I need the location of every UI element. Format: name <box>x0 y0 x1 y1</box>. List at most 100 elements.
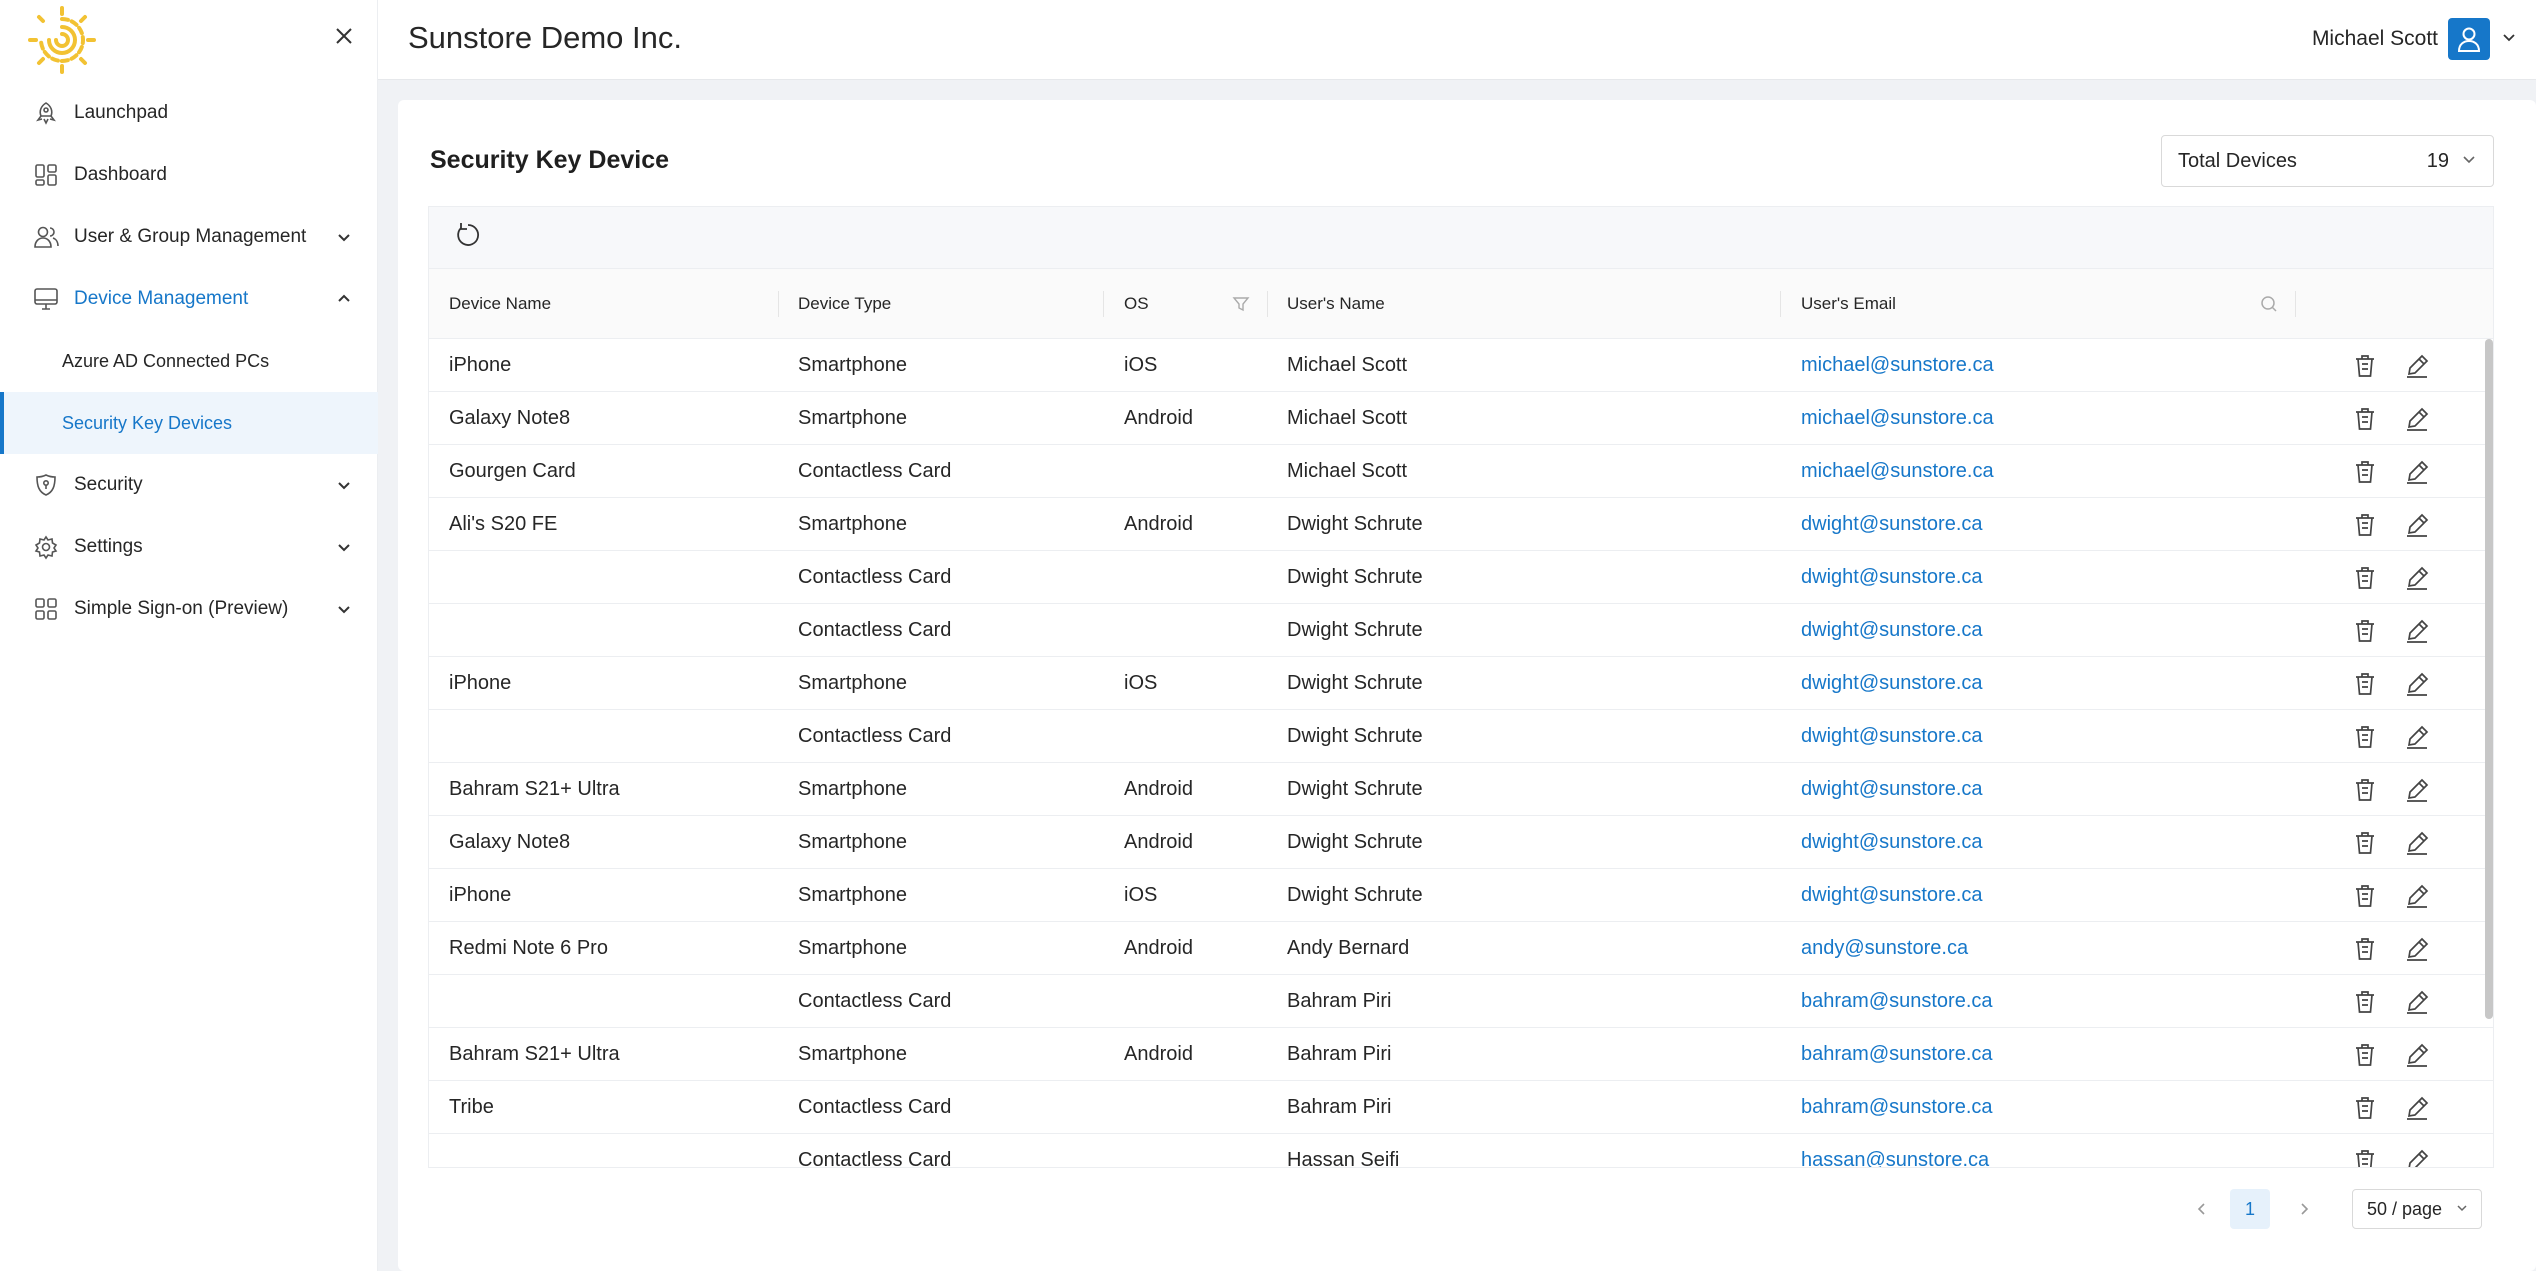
page-size-select[interactable]: 50 / page <box>2352 1189 2482 1229</box>
sidebar-item-launchpad[interactable]: Launchpad <box>0 82 378 144</box>
delete-icon[interactable] <box>2351 988 2379 1016</box>
table-toolbar <box>429 207 2493 269</box>
edit-icon[interactable] <box>2403 617 2431 645</box>
users-name-cell: Dwight Schrute <box>1287 725 1423 747</box>
sidebar-item-user-group-management[interactable]: User & Group Management <box>0 206 378 268</box>
total-devices-select[interactable]: Total Devices 19 <box>2161 135 2494 187</box>
users-email-cell[interactable]: dwight@sunstore.ca <box>1801 816 1983 869</box>
device-name-cell: iPhone <box>449 354 512 376</box>
users-email-cell[interactable]: dwight@sunstore.ca <box>1801 604 1983 657</box>
user-menu[interactable]: Michael Scott <box>2312 18 2518 60</box>
prev-page-button[interactable] <box>2184 1189 2220 1229</box>
sidebar-item-azure-ad-connected-pcs[interactable]: Azure AD Connected PCs <box>0 330 378 392</box>
users-email-cell[interactable]: michael@sunstore.ca <box>1801 392 1994 445</box>
device-type-cell: Smartphone <box>798 778 907 800</box>
delete-icon[interactable] <box>2351 670 2379 698</box>
users-email-cell[interactable]: bahram@sunstore.ca <box>1801 975 1993 1028</box>
edit-icon[interactable] <box>2403 405 2431 433</box>
delete-icon[interactable] <box>2351 723 2379 751</box>
chevron-down-icon[interactable] <box>2500 28 2518 51</box>
delete-icon[interactable] <box>2351 617 2379 645</box>
table-scrollbar[interactable] <box>2485 339 2493 1019</box>
edit-icon[interactable] <box>2403 511 2431 539</box>
chevron-down-icon <box>2455 1199 2469 1220</box>
os-filter-icon[interactable] <box>1231 269 1251 339</box>
sidebar-item-label: Device Management <box>74 288 249 309</box>
delete-icon[interactable] <box>2351 1147 2379 1167</box>
user-name: Michael Scott <box>2311 27 2438 50</box>
device-type-cell: Smartphone <box>798 884 907 906</box>
edit-icon[interactable] <box>2403 988 2431 1016</box>
device-type-cell: Smartphone <box>798 1043 907 1065</box>
delete-icon[interactable] <box>2351 882 2379 910</box>
users-email-cell[interactable]: dwight@sunstore.ca <box>1801 869 1983 922</box>
users-email-cell[interactable]: bahram@sunstore.ca <box>1801 1028 1993 1081</box>
column-header-os: OS <box>1124 294 1149 313</box>
users-email-cell[interactable]: andy@sunstore.ca <box>1801 922 1968 975</box>
table-row: Contactless Card Dwight Schrute dwight@sun… <box>429 551 2493 604</box>
email-search-icon[interactable] <box>2259 269 2279 339</box>
delete-icon[interactable] <box>2351 564 2379 592</box>
edit-icon[interactable] <box>2403 564 2431 592</box>
table-row: Ali's S20 FE Smartphone Android Dwight Schr… <box>429 498 2493 551</box>
edit-icon[interactable] <box>2403 935 2431 963</box>
device-name-cell: iPhone <box>449 884 512 906</box>
sidebar-item-label: Security Key Devices <box>62 412 233 433</box>
table-row: Tribe Contactless Card Bahram Piri bahram@s… <box>429 1081 2493 1134</box>
delete-icon[interactable] <box>2351 935 2379 963</box>
delete-icon[interactable] <box>2351 511 2379 539</box>
page-size-value: 50 / page <box>2367 1198 2443 1219</box>
users-name-cell: Bahram Piri <box>1287 1043 1392 1065</box>
edit-icon[interactable] <box>2403 723 2431 751</box>
delete-icon[interactable] <box>2351 1041 2379 1069</box>
sidebar-item-simple-sign-on[interactable]: Simple Sign-on (Preview) <box>0 578 378 640</box>
close-sidebar-button[interactable] <box>328 22 360 54</box>
users-name-cell: Dwight Schrute <box>1287 513 1423 535</box>
edit-icon[interactable] <box>2403 1094 2431 1122</box>
edit-icon[interactable] <box>2403 829 2431 857</box>
delete-icon[interactable] <box>2351 776 2379 804</box>
chevron-down-icon <box>332 225 356 249</box>
users-email-cell[interactable]: bahram@sunstore.ca <box>1801 1081 1993 1134</box>
edit-icon[interactable] <box>2403 776 2431 804</box>
edit-icon[interactable] <box>2403 1147 2431 1167</box>
delete-icon[interactable] <box>2351 1094 2379 1122</box>
users-name-cell: Andy Bernard <box>1287 937 1410 959</box>
device-name-cell: Galaxy Note8 <box>449 831 571 853</box>
users-name-cell: Dwight Schrute <box>1287 566 1423 588</box>
rocket-icon <box>30 97 62 129</box>
users-email-cell[interactable]: dwight@sunstore.ca <box>1801 551 1983 604</box>
users-email-cell[interactable]: hassan@sunstore.ca <box>1801 1134 1989 1167</box>
users-email-cell[interactable]: dwight@sunstore.ca <box>1801 710 1983 763</box>
edit-icon[interactable] <box>2403 458 2431 486</box>
sidebar-item-dashboard[interactable]: Dashboard <box>0 144 378 206</box>
sidebar-item-security[interactable]: Security <box>0 454 378 516</box>
delete-icon[interactable] <box>2351 458 2379 486</box>
users-email-cell[interactable]: dwight@sunstore.ca <box>1801 657 1983 710</box>
next-page-button[interactable] <box>2286 1189 2322 1229</box>
sidebar-item-device-management[interactable]: Device Management <box>0 268 378 330</box>
delete-icon[interactable] <box>2351 829 2379 857</box>
sidebar-item-settings[interactable]: Settings <box>0 516 378 578</box>
users-email-cell[interactable]: michael@sunstore.ca <box>1801 445 1994 498</box>
users-email-cell[interactable]: dwight@sunstore.ca <box>1801 498 1983 551</box>
refresh-icon[interactable] <box>453 220 483 255</box>
sidebar-item-security-key-devices[interactable]: Security Key Devices <box>0 392 378 454</box>
edit-icon[interactable] <box>2403 882 2431 910</box>
sidebar-item-label: Simple Sign-on (Preview) <box>74 598 289 619</box>
apps-icon <box>30 593 62 625</box>
delete-icon[interactable] <box>2351 352 2379 380</box>
delete-icon[interactable] <box>2351 405 2379 433</box>
edit-icon[interactable] <box>2403 352 2431 380</box>
edit-icon[interactable] <box>2403 1041 2431 1069</box>
dashboard-icon <box>30 159 62 191</box>
avatar[interactable] <box>2448 18 2490 60</box>
users-name-cell: Dwight Schrute <box>1287 831 1423 853</box>
users-email-cell[interactable]: michael@sunstore.ca <box>1801 339 1994 392</box>
device-type-cell: Smartphone <box>798 831 907 853</box>
table-row: Galaxy Note8 Smartphone Android Michael Sco… <box>429 392 2493 445</box>
users-email-cell[interactable]: dwight@sunstore.ca <box>1801 763 1983 816</box>
page-number-button[interactable]: 1 <box>2230 1189 2270 1229</box>
edit-icon[interactable] <box>2403 670 2431 698</box>
sidebar-nav: Launchpad Dashboard User & Group Managem… <box>0 82 378 640</box>
